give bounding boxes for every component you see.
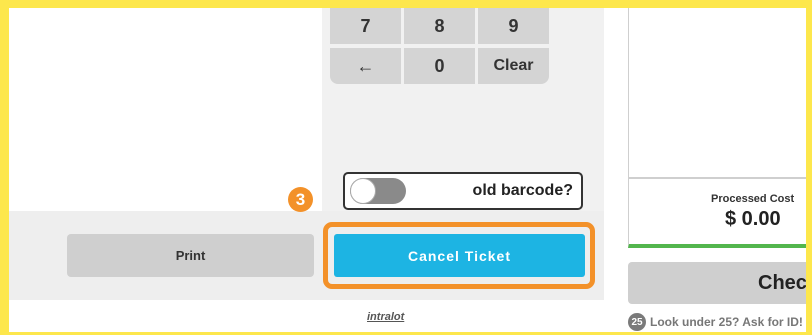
processed-cost-value: $ 0.00	[725, 208, 781, 230]
age-notice-text: Look under 25? Ask for ID!	[650, 315, 803, 329]
frame-right	[806, 0, 812, 335]
toggle-label: old barcode?	[472, 182, 573, 199]
key-0[interactable]: 0	[404, 48, 475, 84]
cancel-ticket-button[interactable]: Cancel Ticket	[334, 234, 585, 277]
toggle-track[interactable]	[350, 178, 406, 204]
processed-cost-card: Processed Cost $ 0.00	[628, 178, 806, 248]
clear-key[interactable]: Clear	[478, 48, 549, 84]
age-25-icon: 25	[628, 313, 646, 331]
old-barcode-toggle[interactable]: old barcode?	[343, 172, 583, 210]
summary-panel	[628, 8, 806, 178]
frame-top	[0, 0, 812, 8]
numeric-keypad: 7 8 9 ← 0 Clear	[330, 8, 570, 90]
processed-cost-label: Processed Cost	[711, 193, 795, 205]
check-button[interactable]: Chec	[628, 262, 806, 304]
toggle-knob[interactable]	[350, 178, 376, 204]
backspace-key[interactable]: ←	[330, 48, 401, 84]
key-9[interactable]: 9	[478, 8, 549, 44]
key-8[interactable]: 8	[404, 8, 475, 44]
print-button[interactable]: Print	[67, 234, 314, 277]
age-notice: 25 Look under 25? Ask for ID!	[628, 312, 806, 332]
frame-left	[0, 0, 9, 335]
step-badge: 3	[288, 187, 313, 212]
brand-logo: intralot	[367, 311, 405, 323]
key-7[interactable]: 7	[330, 8, 401, 44]
